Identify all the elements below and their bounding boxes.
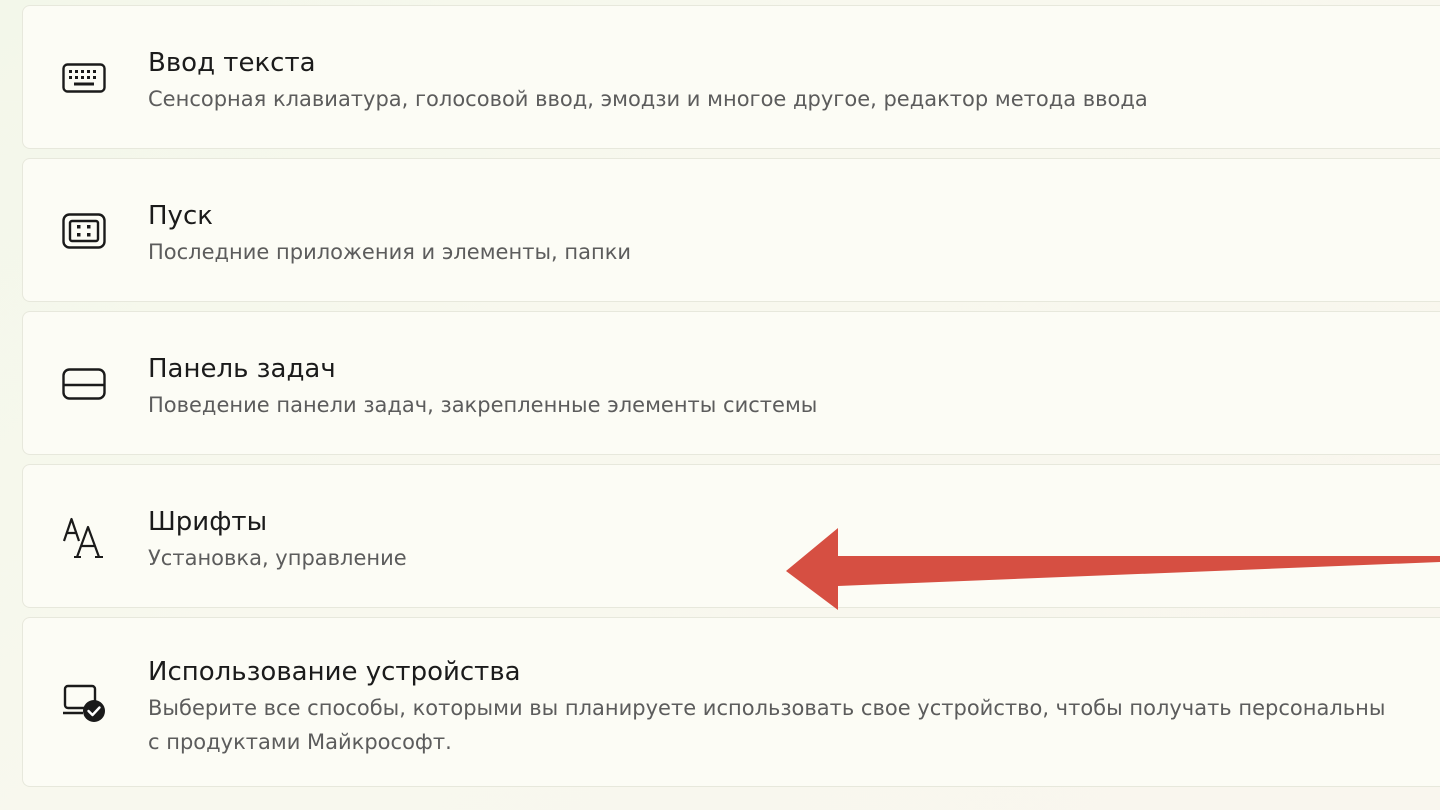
- device-usage-icon: [61, 680, 107, 726]
- item-description: Установка, управление: [148, 546, 407, 570]
- keyboard-icon: [61, 55, 107, 101]
- settings-item-taskbar[interactable]: Панель задач Поведение панели задач, зак…: [22, 311, 1440, 455]
- settings-item-text-input[interactable]: Ввод текста Сенсорная клавиатура, голосо…: [22, 5, 1440, 149]
- item-description-line-2: с продуктами Майкрософт.: [148, 730, 452, 754]
- settings-item-start[interactable]: Пуск Последние приложения и элементы, па…: [22, 158, 1440, 302]
- settings-list: Ввод текста Сенсорная клавиатура, голосо…: [22, 5, 1440, 796]
- item-description: Последние приложения и элементы, папки: [148, 240, 632, 264]
- item-title: Панель задач: [148, 354, 336, 384]
- item-description: Выберите все способы, которыми вы планир…: [148, 691, 1440, 759]
- item-description: Поведение панели задач, закрепленные эле…: [148, 393, 818, 417]
- item-description-line-1: Выберите все способы, которыми вы планир…: [148, 696, 1386, 720]
- item-title: Ввод текста: [148, 48, 316, 78]
- item-title: Использование устройства: [148, 657, 521, 687]
- item-title: Шрифты: [148, 507, 268, 537]
- item-title: Пуск: [148, 201, 213, 231]
- taskbar-icon: [61, 361, 107, 407]
- fonts-icon: [61, 514, 107, 560]
- settings-item-device-usage[interactable]: Использование устройства Выберите все сп…: [22, 617, 1440, 787]
- settings-item-fonts[interactable]: Шрифты Установка, управление: [22, 464, 1440, 608]
- item-description: Сенсорная клавиатура, голосовой ввод, эм…: [148, 87, 1148, 111]
- start-menu-icon: [61, 208, 107, 254]
